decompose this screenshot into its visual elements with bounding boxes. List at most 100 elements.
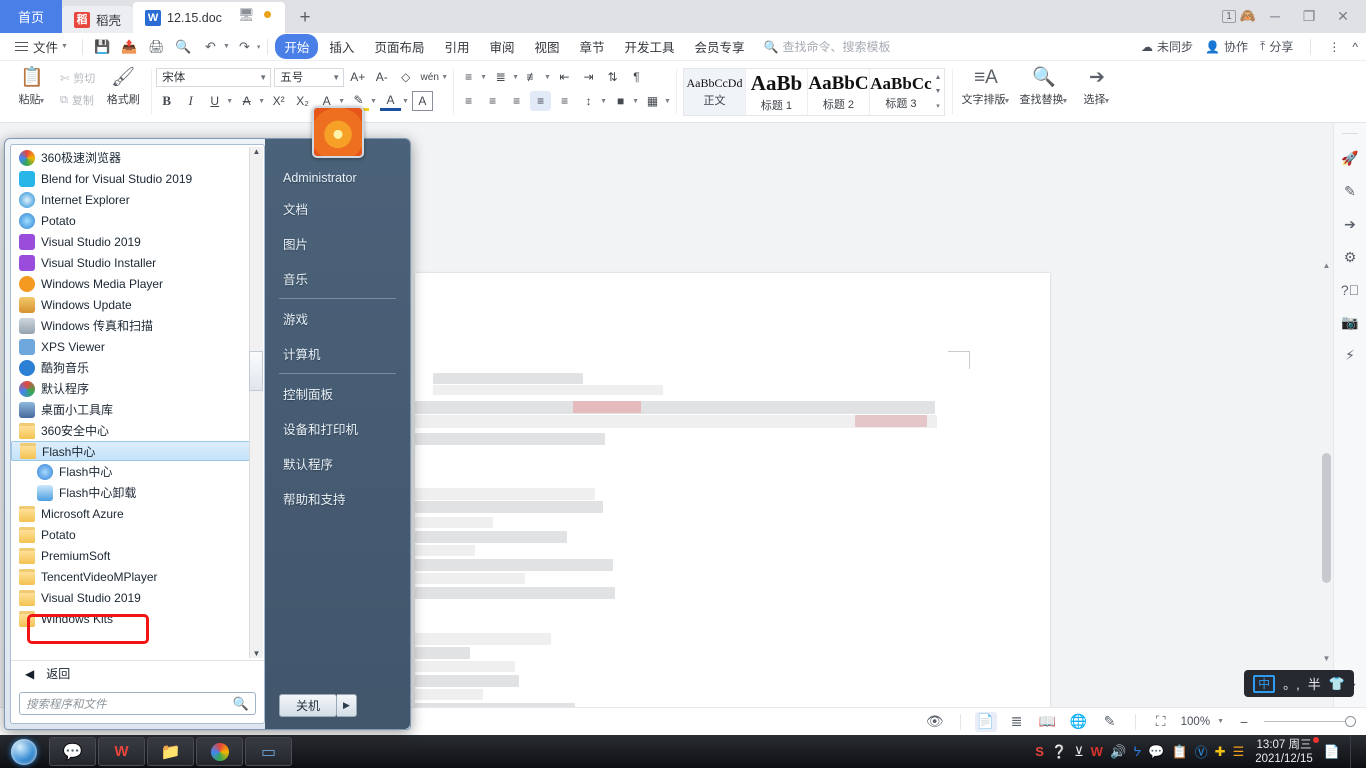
list-item[interactable]: 默认程序 bbox=[11, 378, 264, 399]
wechat-tray-icon[interactable]: 💬 bbox=[1148, 744, 1164, 760]
list-item[interactable]: Microsoft Azure bbox=[11, 503, 264, 524]
zoom-slider-knob[interactable] bbox=[1345, 716, 1356, 727]
360-icon[interactable]: ✚ bbox=[1215, 744, 1226, 760]
clock[interactable]: 13:07 周三 2021/12/15 bbox=[1251, 736, 1319, 766]
wps-tray-icon[interactable]: W bbox=[1091, 744, 1103, 759]
sogou-icon[interactable]: S bbox=[1035, 744, 1044, 759]
more-options-icon[interactable]: ⋮ bbox=[1328, 40, 1340, 54]
bullet-list-icon[interactable]: ≡ bbox=[458, 67, 479, 87]
show-desktop-button[interactable] bbox=[1350, 735, 1360, 768]
list-item[interactable]: Windows Media Player bbox=[11, 273, 264, 294]
show-marks-icon[interactable]: ¶ bbox=[626, 67, 647, 87]
chevron-down-icon[interactable]: ▼ bbox=[226, 98, 233, 105]
vertical-scrollbar[interactable] bbox=[1321, 273, 1332, 665]
align-right-icon[interactable]: ≡ bbox=[506, 91, 527, 111]
help-icon[interactable]: ❔ bbox=[1051, 744, 1067, 760]
multilevel-list-icon[interactable]: ≢ bbox=[522, 67, 543, 87]
fit-page-icon[interactable]: ⛶ bbox=[1150, 712, 1172, 732]
styles-expand-icon[interactable]: ▾ bbox=[936, 102, 940, 110]
shutdown-options-button[interactable]: ▶ bbox=[337, 694, 358, 717]
redo-icon[interactable]: ↷ bbox=[232, 36, 257, 58]
help-icon[interactable]: ?⃝ bbox=[1341, 282, 1359, 298]
style-heading-1[interactable]: AaBb 标题 1 bbox=[746, 69, 808, 115]
flash-icon[interactable]: ⚡ bbox=[1345, 347, 1355, 364]
zoom-value[interactable]: 100% bbox=[1181, 716, 1210, 728]
underline-button[interactable]: U bbox=[204, 91, 225, 111]
scroll-up-icon[interactable]: ▲ bbox=[253, 147, 261, 156]
menu-item-pictures[interactable]: 图片 bbox=[265, 226, 410, 261]
justify-icon[interactable]: ≡ bbox=[530, 91, 552, 111]
outline-view-icon[interactable]: ≣ bbox=[1006, 712, 1028, 732]
chevron-down-icon[interactable]: ▼ bbox=[258, 98, 265, 105]
collapse-ribbon-icon[interactable]: ^ bbox=[1352, 40, 1358, 54]
select-button[interactable]: ➔ 选择▼ bbox=[1073, 65, 1121, 107]
list-item[interactable]: 360安全中心 bbox=[11, 420, 264, 441]
clipboard-icon[interactable]: 📋 bbox=[1171, 744, 1187, 760]
font-size-select[interactable]: 五号 ▼ bbox=[274, 67, 345, 87]
start-search-input[interactable]: 搜索程序和文件 🔍 bbox=[19, 692, 256, 715]
page-view-icon[interactable]: 📄 bbox=[974, 711, 997, 732]
increase-indent-icon[interactable]: ⇥ bbox=[578, 67, 599, 87]
list-item[interactable]: Visual Studio 2019 bbox=[11, 587, 264, 608]
align-left-icon[interactable]: ≡ bbox=[458, 91, 479, 111]
menu-item-music[interactable]: 音乐 bbox=[265, 261, 410, 296]
programs-scrollbar[interactable]: ▲ ▼ bbox=[249, 147, 263, 658]
subscript-button[interactable]: X₂ bbox=[292, 91, 313, 111]
scroll-up-button[interactable]: ▲ bbox=[1321, 259, 1332, 272]
taskbar-item-chrome[interactable] bbox=[196, 737, 243, 766]
scroll-down-icon[interactable]: ▼ bbox=[935, 88, 942, 95]
undo-dropdown-icon[interactable]: ▼ bbox=[223, 43, 230, 50]
screenshot-icon[interactable]: 📷 bbox=[1341, 314, 1358, 331]
styles-scrollbar[interactable]: ▲ ▼ ▾ bbox=[932, 69, 944, 115]
list-item[interactable]: Windows Kits bbox=[11, 608, 264, 629]
font-family-select[interactable]: 宋体 ▼ bbox=[156, 67, 272, 87]
share-button[interactable]: ⤒ 分享 bbox=[1260, 38, 1293, 55]
print-preview-icon[interactable]: 🔍 bbox=[171, 36, 196, 58]
new-tab-button[interactable]: + bbox=[285, 7, 324, 33]
maximize-button[interactable]: ❐ bbox=[1294, 4, 1324, 28]
chevron-down-icon[interactable]: ▼ bbox=[370, 98, 377, 105]
settings-slider-icon[interactable]: ⚙ bbox=[1344, 249, 1357, 266]
sync-status-button[interactable]: ☁ 未同步 bbox=[1141, 38, 1193, 55]
command-search[interactable]: 🔍 查找命令、搜索模板 bbox=[764, 38, 891, 55]
zoom-slider[interactable] bbox=[1264, 716, 1356, 728]
chevron-down-icon[interactable]: ▼ bbox=[441, 74, 448, 81]
copy-button[interactable]: ⧉ 复制 bbox=[57, 91, 98, 109]
list-item[interactable]: Potato bbox=[11, 524, 264, 545]
rocket-icon[interactable]: 🚀 bbox=[1341, 150, 1358, 167]
pinyin-guide-button[interactable]: wén bbox=[419, 67, 440, 87]
menu-item-default-programs[interactable]: 默认程序 bbox=[265, 446, 410, 481]
network-icon[interactable]: ☰ bbox=[1233, 744, 1245, 760]
borders-icon[interactable]: ▦ bbox=[642, 91, 663, 111]
list-item-flash-uninstall[interactable]: Flash中心卸载 bbox=[11, 482, 264, 503]
chevron-down-icon[interactable]: ▼ bbox=[632, 98, 639, 105]
kugou-icon[interactable]: Ⓥ bbox=[1195, 742, 1208, 761]
chevron-down-icon[interactable]: ▼ bbox=[338, 98, 345, 105]
distribute-icon[interactable]: ≡ bbox=[554, 91, 575, 111]
ribbon-tab-developer[interactable]: 开发工具 bbox=[616, 34, 684, 59]
minimize-button[interactable]: ─ bbox=[1260, 4, 1290, 28]
chevron-down-icon[interactable]: ▼ bbox=[512, 74, 519, 81]
sort-icon[interactable]: ⇅ bbox=[602, 67, 623, 87]
start-menu[interactable]: 360极速浏览器 Blend for Visual Studio 2019 In… bbox=[4, 106, 411, 730]
chevron-down-icon[interactable]: ▼ bbox=[402, 98, 409, 105]
ribbon-tab-section[interactable]: 章节 bbox=[571, 34, 614, 59]
ribbon-tab-references[interactable]: 引用 bbox=[435, 34, 478, 59]
customize-toolbar-icon[interactable]: ▾ bbox=[257, 43, 261, 51]
strikethrough-button[interactable]: A bbox=[236, 91, 257, 111]
file-menu-button[interactable]: 文件 ▼ bbox=[8, 37, 75, 56]
shading-icon[interactable]: ■ bbox=[610, 91, 631, 111]
list-item[interactable]: Flash中心 bbox=[11, 461, 264, 482]
list-item[interactable]: Blend for Visual Studio 2019 bbox=[11, 168, 264, 189]
bold-button[interactable]: B bbox=[156, 91, 177, 111]
volume-icon[interactable]: 🔊 bbox=[1110, 744, 1126, 760]
save-icon[interactable]: 💾 bbox=[90, 36, 115, 58]
monkey-icon[interactable]: 🙈 bbox=[1240, 8, 1256, 24]
reading-eye-icon[interactable]: 👁 bbox=[924, 712, 946, 732]
find-replace-button[interactable]: 🔍 查找替换▼ bbox=[1015, 65, 1073, 107]
cast-icon[interactable]: 🖥 bbox=[238, 7, 255, 23]
taskbar-item-xps[interactable]: ▭ bbox=[245, 737, 292, 766]
back-button[interactable]: ◀ 返回 bbox=[11, 660, 264, 686]
scroll-down-button[interactable]: ▼ bbox=[1321, 652, 1332, 665]
ribbon-tab-member[interactable]: 会员专享 bbox=[686, 34, 754, 59]
